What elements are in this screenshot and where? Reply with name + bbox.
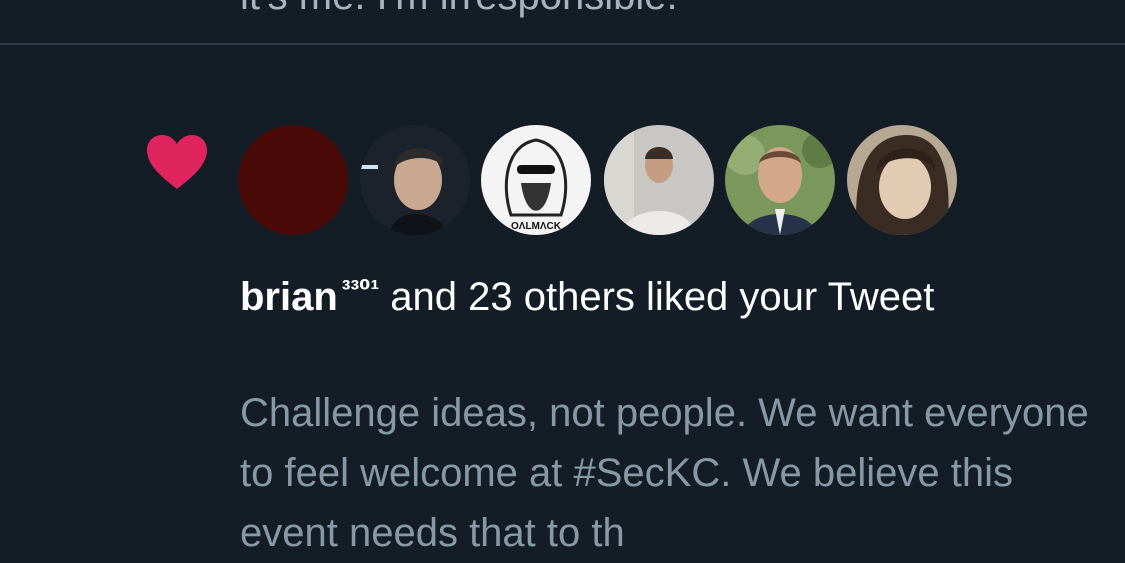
avatar[interactable] (238, 125, 348, 235)
avatar[interactable] (847, 125, 957, 235)
user-name[interactable]: brian (240, 275, 338, 319)
avatar[interactable] (604, 125, 714, 235)
avatar[interactable]: OΛLMΛCK (481, 125, 591, 235)
avatar[interactable] (725, 125, 835, 235)
svg-text:OΛLMΛCK: OΛLMΛCK (511, 221, 562, 232)
liked-tweet-preview[interactable]: Challenge ideas, not people. We want eve… (240, 383, 1100, 563)
previous-tweet-text: it's me. I'm irresponsible. (240, 0, 678, 20)
notification-headline: brian ³³⁰¹ and 23 others liked your Tweet (240, 259, 1100, 327)
heart-icon (147, 135, 207, 189)
avatar[interactable] (360, 125, 470, 235)
action-text: and 23 others liked your Tweet (390, 275, 935, 319)
like-notification[interactable]: OΛLMΛCK brian ³³⁰¹ and 23 others liked y… (0, 45, 1125, 555)
user-name-suffix[interactable]: ³³⁰¹ (342, 274, 379, 304)
